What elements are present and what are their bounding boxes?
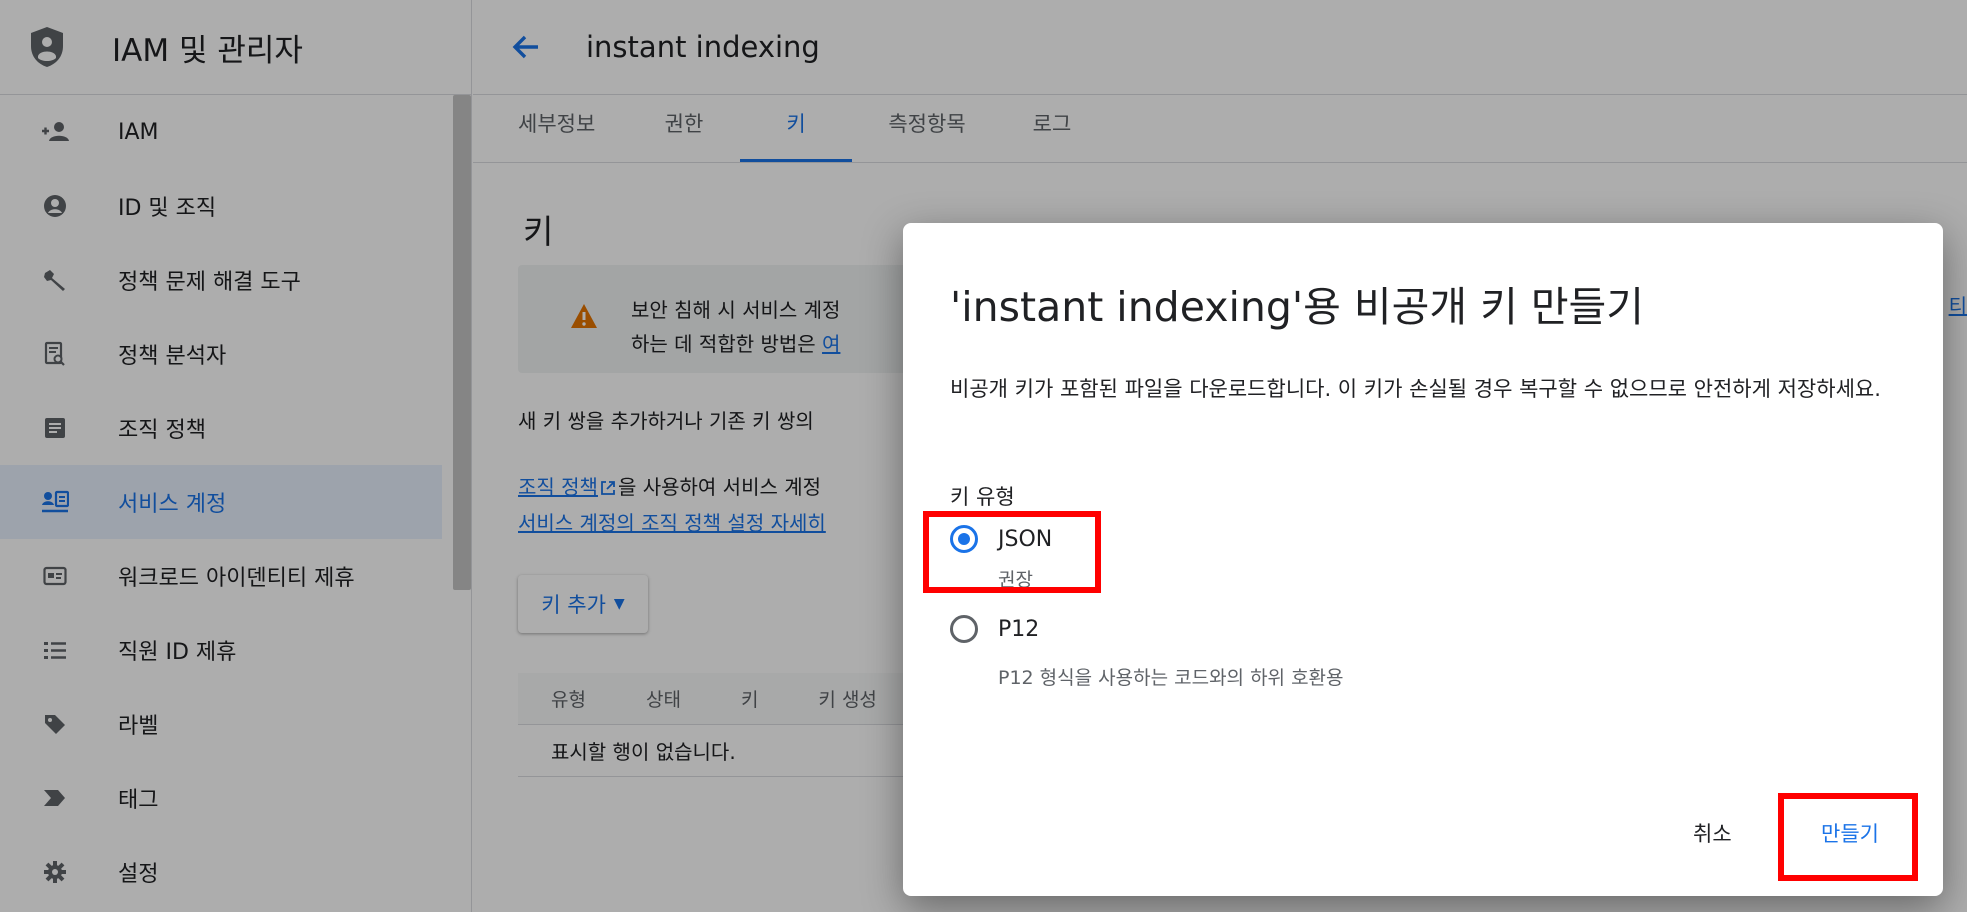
radio-option-p12[interactable]: P12 — [950, 615, 1039, 643]
dialog-title: 'instant indexing'용 비공개 키 만들기 — [950, 283, 1645, 331]
cancel-button[interactable]: 취소 — [1693, 818, 1732, 848]
create-private-key-dialog: 'instant indexing'용 비공개 키 만들기 비공개 키가 포함된… — [903, 223, 1943, 896]
radio-p12-sub: P12 형식을 사용하는 코드와의 하위 호환용 — [998, 667, 1344, 689]
create-button-highlight — [1778, 793, 1918, 881]
radio-p12[interactable] — [950, 615, 978, 643]
radio-p12-label: P12 — [998, 616, 1040, 642]
key-type-label: 키 유형 — [950, 485, 1015, 509]
dialog-description: 비공개 키가 포함된 파일을 다운로드합니다. 이 키가 손실될 경우 복구할 … — [950, 377, 1881, 401]
json-option-highlight — [923, 511, 1101, 593]
